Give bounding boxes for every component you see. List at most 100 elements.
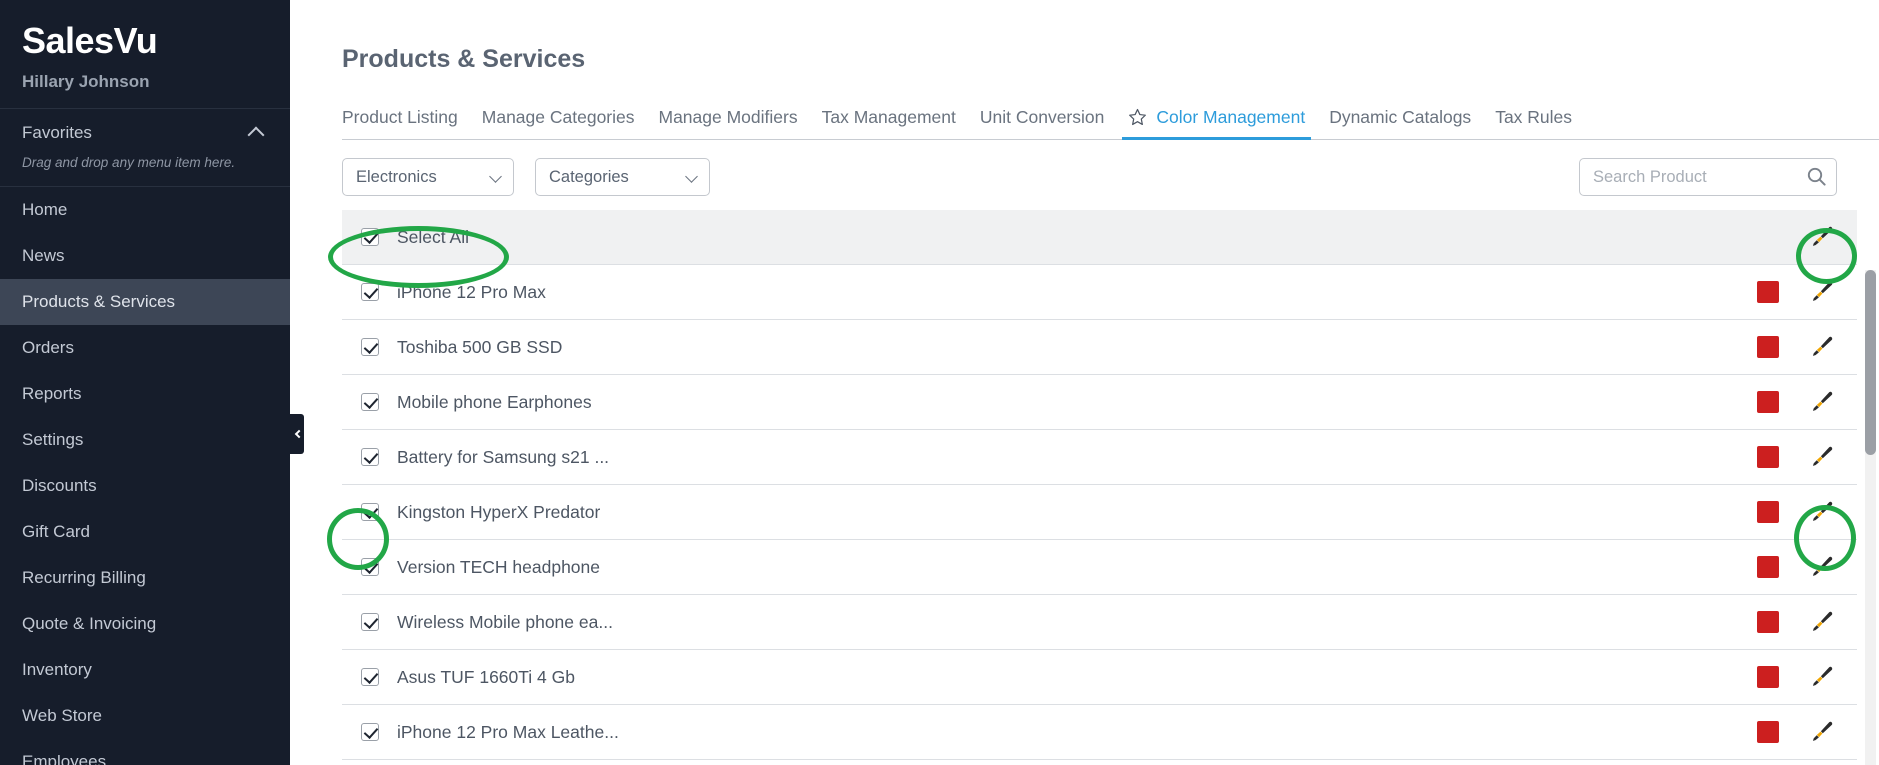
- product-list: Select All iPhone 12 Pro Max Toshiba 500 …: [342, 210, 1879, 760]
- color-swatch[interactable]: [1757, 446, 1779, 468]
- sidebar-item-discounts[interactable]: Discounts: [0, 463, 290, 509]
- product-checkbox[interactable]: [361, 503, 379, 521]
- paintbrush-icon[interactable]: [1809, 444, 1835, 470]
- tab-tax-management[interactable]: Tax Management: [822, 107, 956, 139]
- color-swatch[interactable]: [1757, 391, 1779, 413]
- product-row: iPhone 12 Pro Max: [342, 265, 1857, 320]
- sidebar-item-news[interactable]: News: [0, 233, 290, 279]
- sidebar-item-home[interactable]: Home: [0, 187, 290, 233]
- product-name: Version TECH headphone: [397, 557, 600, 578]
- product-name: Mobile phone Earphones: [397, 392, 592, 413]
- tab-label: Color Management: [1156, 107, 1305, 128]
- category-select[interactable]: Categories: [535, 158, 710, 196]
- main-content: Products & Services Product Listing Manag…: [290, 0, 1879, 765]
- page-title: Products & Services: [342, 0, 1879, 74]
- scrollbar-thumb[interactable]: [1865, 270, 1876, 455]
- product-actions: [1757, 664, 1835, 690]
- sidebar-item-settings[interactable]: Settings: [0, 417, 290, 463]
- color-swatch[interactable]: [1757, 501, 1779, 523]
- product-actions: [1757, 719, 1835, 745]
- product-checkbox[interactable]: [361, 668, 379, 686]
- tab-product-listing[interactable]: Product Listing: [342, 107, 458, 139]
- tab-bar: Product Listing Manage Categories Manage M…: [342, 104, 1879, 140]
- paintbrush-icon[interactable]: [1809, 719, 1835, 745]
- sidebar-item-inventory[interactable]: Inventory: [0, 647, 290, 693]
- sidebar-item-quote-invoicing[interactable]: Quote & Invoicing: [0, 601, 290, 647]
- search-input[interactable]: [1579, 158, 1837, 196]
- tab-manage-categories[interactable]: Manage Categories: [482, 107, 635, 139]
- product-checkbox[interactable]: [361, 338, 379, 356]
- tab-dynamic-catalogs[interactable]: Dynamic Catalogs: [1329, 107, 1471, 139]
- sidebar-item-gift-card[interactable]: Gift Card: [0, 509, 290, 555]
- category-group-select[interactable]: Electronics: [342, 158, 514, 196]
- star-icon[interactable]: [1128, 108, 1147, 127]
- product-checkbox[interactable]: [361, 283, 379, 301]
- color-swatch[interactable]: [1757, 721, 1779, 743]
- sidebar: SalesVu Hillary Johnson Favorites Drag a…: [0, 0, 290, 765]
- chevron-left-icon: [294, 430, 302, 438]
- sidebar-item-favorites[interactable]: Favorites: [0, 109, 290, 155]
- tab-manage-modifiers[interactable]: Manage Modifiers: [659, 107, 798, 139]
- sidebar-item-orders[interactable]: Orders: [0, 325, 290, 371]
- vertical-scrollbar[interactable]: [1865, 270, 1876, 765]
- app-logo: SalesVu: [22, 22, 268, 60]
- paintbrush-icon[interactable]: [1809, 389, 1835, 415]
- product-checkbox[interactable]: [361, 448, 379, 466]
- product-name: Wireless Mobile phone ea...: [397, 612, 613, 633]
- product-row: Asus TUF 1660Ti 4 Gb: [342, 650, 1857, 705]
- product-actions: [1757, 334, 1835, 360]
- select-all-actions: [1809, 224, 1835, 250]
- search-icon[interactable]: [1807, 167, 1826, 186]
- product-actions: [1757, 444, 1835, 470]
- product-name: iPhone 12 Pro Max: [397, 282, 546, 303]
- favorites-label: Favorites: [22, 123, 92, 143]
- tab-unit-conversion[interactable]: Unit Conversion: [980, 107, 1105, 139]
- color-swatch[interactable]: [1757, 556, 1779, 578]
- app-root: SalesVu Hillary Johnson Favorites Drag a…: [0, 0, 1879, 765]
- product-checkbox[interactable]: [361, 558, 379, 576]
- paintbrush-icon[interactable]: [1809, 609, 1835, 635]
- product-actions: [1757, 279, 1835, 305]
- tab-color-management[interactable]: Color Management: [1128, 107, 1305, 139]
- chevron-up-icon: [248, 126, 265, 143]
- filter-bar: Electronics Categories: [342, 158, 1879, 196]
- paintbrush-icon[interactable]: [1809, 664, 1835, 690]
- color-swatch[interactable]: [1757, 281, 1779, 303]
- product-checkbox[interactable]: [361, 393, 379, 411]
- product-checkbox[interactable]: [361, 613, 379, 631]
- tab-tax-rules[interactable]: Tax Rules: [1495, 107, 1572, 139]
- product-checkbox[interactable]: [361, 723, 379, 741]
- product-row: iPhone 12 Pro Max Leathe...: [342, 705, 1857, 760]
- product-name: Battery for Samsung s21 ...: [397, 447, 609, 468]
- color-swatch[interactable]: [1757, 666, 1779, 688]
- product-actions: [1757, 499, 1835, 525]
- product-row: Mobile phone Earphones: [342, 375, 1857, 430]
- sidebar-item-products-services[interactable]: Products & Services: [0, 279, 290, 325]
- category-select-value: Categories: [549, 168, 629, 187]
- product-rows: iPhone 12 Pro Max Toshiba 500 GB SSD Mobil…: [342, 265, 1857, 760]
- paintbrush-icon[interactable]: [1809, 554, 1835, 580]
- category-group-select-value: Electronics: [356, 168, 437, 187]
- chevron-down-icon: [489, 170, 502, 183]
- select-all-checkbox[interactable]: [361, 228, 379, 246]
- paintbrush-icon[interactable]: [1809, 224, 1835, 250]
- select-all-row: Select All: [342, 210, 1857, 265]
- chevron-down-icon: [685, 170, 698, 183]
- paintbrush-icon[interactable]: [1809, 279, 1835, 305]
- product-row: Wireless Mobile phone ea...: [342, 595, 1857, 650]
- favorites-hint: Drag and drop any menu item here.: [0, 155, 290, 186]
- sidebar-item-employees[interactable]: Employees: [0, 739, 290, 765]
- product-name: iPhone 12 Pro Max Leathe...: [397, 722, 619, 743]
- color-swatch[interactable]: [1757, 336, 1779, 358]
- paintbrush-icon[interactable]: [1809, 499, 1835, 525]
- product-actions: [1757, 554, 1835, 580]
- product-row: Version TECH headphone: [342, 540, 1857, 595]
- paintbrush-icon[interactable]: [1809, 334, 1835, 360]
- color-swatch[interactable]: [1757, 611, 1779, 633]
- sidebar-item-reports[interactable]: Reports: [0, 371, 290, 417]
- sidebar-item-recurring-billing[interactable]: Recurring Billing: [0, 555, 290, 601]
- product-name: Kingston HyperX Predator: [397, 502, 600, 523]
- product-row: Toshiba 500 GB SSD: [342, 320, 1857, 375]
- sidebar-item-web-store[interactable]: Web Store: [0, 693, 290, 739]
- sidebar-collapse-button[interactable]: [290, 414, 304, 454]
